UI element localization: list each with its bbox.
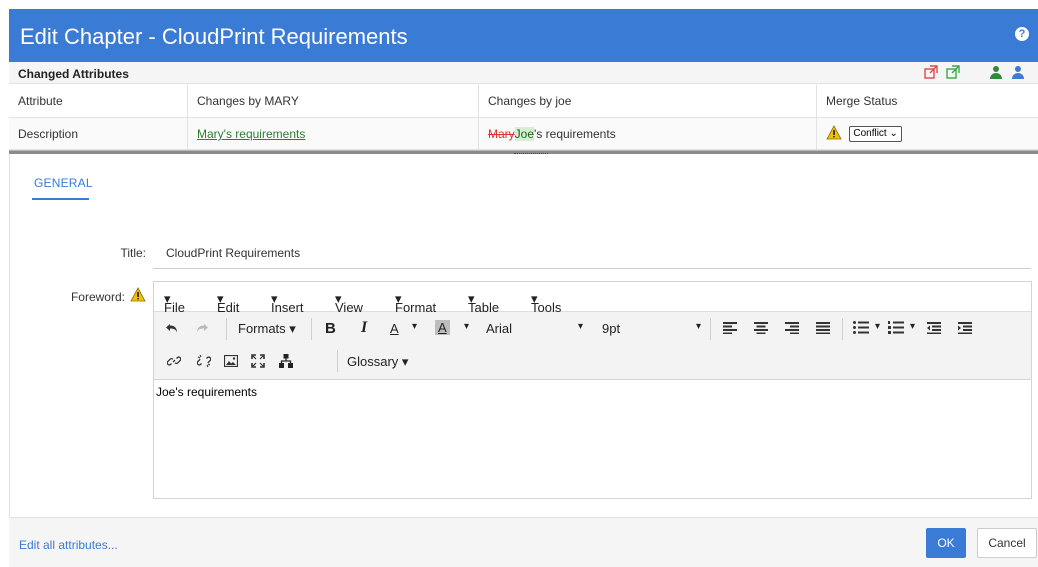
column-header-changes-by-mary: Changes by MARY (188, 85, 479, 117)
mary-changes-link[interactable]: Mary's requirements (197, 127, 305, 141)
changed-attributes-label: Changed Attributes (18, 67, 129, 81)
foreword-label: Foreword: (70, 290, 125, 304)
menu-edit[interactable]: Edit ▾ (217, 291, 239, 315)
dialog-titlebar: Edit Chapter - CloudPrint Requirements ? (9, 9, 1038, 62)
mary-changes-cell: Mary's requirements (188, 118, 479, 149)
attribute-cell: Description (9, 118, 188, 149)
indent-icon[interactable] (958, 322, 972, 337)
bold-button[interactable]: B (325, 320, 336, 337)
cancel-button[interactable]: Cancel (977, 528, 1037, 558)
apply-theirs-icon[interactable] (946, 65, 960, 81)
background-color-chevron-icon[interactable]: ▾ (464, 321, 469, 332)
edit-all-attributes-link[interactable]: Edit all attributes... (19, 538, 118, 552)
fullscreen-icon[interactable] (251, 354, 265, 371)
foreword-editor: File ▾ Edit ▾ Insert ▾ View ▾ Format ▾ T… (153, 281, 1032, 499)
formats-dropdown[interactable]: Formats ▾ (238, 321, 296, 337)
font-size-select[interactable]: 9pt (602, 321, 620, 336)
background-color-button[interactable]: A (435, 320, 450, 335)
merge-status-cell: Conflict ⌄ (817, 118, 1038, 149)
inserted-text: Joe (514, 127, 535, 141)
tab-general[interactable]: GENERAL (34, 176, 93, 190)
chevron-down-icon: ⌄ (889, 128, 898, 139)
tab-active-indicator (32, 198, 89, 200)
help-icon[interactable]: ? (1015, 27, 1029, 41)
warning-icon (130, 287, 146, 305)
link-icon[interactable] (166, 354, 182, 371)
menu-view[interactable]: View ▾ (335, 291, 363, 315)
align-justify-icon[interactable] (816, 322, 830, 337)
numbered-list-icon[interactable] (888, 321, 904, 337)
menu-tools[interactable]: Tools ▾ (531, 291, 561, 315)
deleted-text: Mary (488, 127, 515, 141)
unchanged-text: 's requirements (534, 127, 616, 141)
dialog-footer: Edit all attributes... OK Cancel (9, 517, 1038, 567)
font-size-chevron-icon[interactable]: ▾ (696, 321, 701, 332)
ok-button[interactable]: OK (926, 528, 966, 558)
editor-content-area[interactable]: Joe's requirements (154, 381, 1031, 498)
user-green-icon[interactable] (989, 65, 1003, 81)
joe-changes-cell: MaryJoe's requirements (479, 118, 817, 149)
menu-insert[interactable]: Insert ▾ (271, 291, 304, 315)
edit-panel: GENERAL Title: CloudPrint Requirements F… (9, 154, 1038, 517)
bullet-list-chevron-icon[interactable]: ▾ (875, 321, 880, 332)
dialog-title: Edit Chapter - CloudPrint Requirements (20, 24, 408, 49)
hierarchy-icon[interactable] (279, 354, 293, 371)
font-color-chevron-icon[interactable]: ▾ (412, 321, 417, 332)
font-family-select[interactable]: Arial (486, 321, 512, 336)
title-field[interactable]: CloudPrint Requirements (153, 237, 1031, 269)
align-center-icon[interactable] (754, 322, 768, 337)
title-label: Title: (120, 246, 146, 260)
changes-table: Attribute Changes by MARY Changes by joe… (9, 85, 1038, 150)
numbered-list-chevron-icon[interactable]: ▾ (910, 321, 915, 332)
editor-menubar: File ▾ Edit ▾ Insert ▾ View ▾ Format ▾ T… (154, 282, 1031, 315)
align-left-icon[interactable] (723, 322, 737, 337)
user-blue-icon[interactable] (1011, 65, 1025, 81)
table-row[interactable]: Description Mary's requirements MaryJoe'… (9, 118, 1038, 150)
apply-mine-icon[interactable] (924, 65, 938, 81)
warning-icon (826, 125, 842, 143)
column-header-merge-status: Merge Status (826, 94, 898, 108)
merge-status-value: Conflict (853, 128, 887, 139)
menu-table[interactable]: Table ▾ (468, 291, 499, 315)
glossary-dropdown[interactable]: Glossary ▾ (347, 354, 408, 370)
redo-icon[interactable] (195, 321, 209, 338)
align-right-icon[interactable] (785, 322, 799, 337)
column-header-changes-by-joe: Changes by joe (479, 85, 817, 117)
column-header-attribute: Attribute (9, 85, 188, 117)
merge-status-select[interactable]: Conflict ⌄ (849, 126, 902, 142)
image-icon[interactable] (223, 354, 239, 370)
outdent-icon[interactable] (927, 322, 941, 337)
italic-button[interactable]: I (361, 319, 367, 337)
editor-toolbar: Formats ▾ B I A ▾ A ▾ Arial ▾ 9pt ▾ ▾ ▾ … (154, 312, 1031, 380)
bullet-list-icon[interactable] (853, 321, 869, 337)
font-family-chevron-icon[interactable]: ▾ (578, 321, 583, 332)
undo-icon[interactable] (165, 321, 179, 338)
font-color-button[interactable]: A (390, 321, 399, 336)
menu-file[interactable]: File ▾ (164, 291, 185, 315)
unlink-icon[interactable] (196, 354, 212, 371)
changed-attributes-header: Changed Attributes (9, 62, 1038, 84)
table-header-row: Attribute Changes by MARY Changes by joe… (9, 85, 1038, 118)
menu-format[interactable]: Format ▾ (395, 291, 436, 315)
